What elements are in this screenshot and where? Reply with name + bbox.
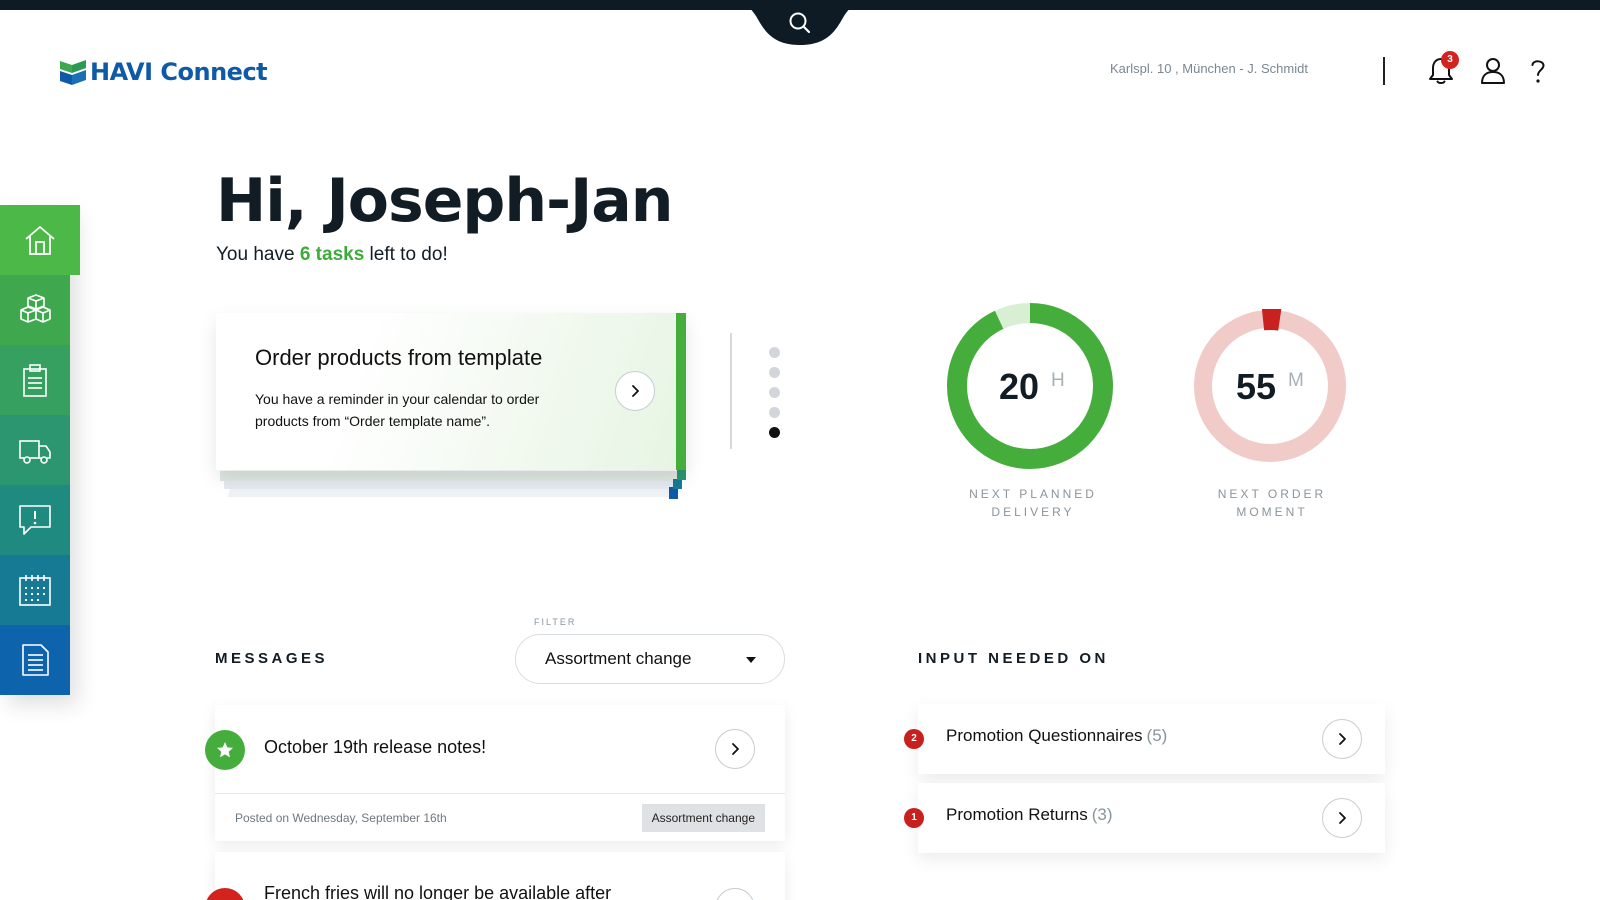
input-needed-item[interactable]: 1 Promotion Returns (3) [904,783,1385,853]
chevron-right-icon [732,743,739,755]
havi-connect-logo[interactable]: HAVI Connect [58,55,278,89]
user-icon [1481,58,1505,84]
message-open-button[interactable] [715,729,755,769]
stack-accent [677,470,686,480]
pager-dot-5-active[interactable] [769,427,780,438]
input-item-count: (3) [1091,805,1113,824]
tasks-suffix: left to do! [364,244,448,265]
user-profile-button[interactable] [1477,55,1509,87]
messages-title: MESSAGES [215,650,329,667]
order-gauge-label: NEXT ORDER MOMENT [1172,485,1372,521]
input-item-open-button[interactable] [1322,798,1362,838]
item-count-badge: 2 [904,729,924,749]
home-icon [25,226,55,255]
task-card[interactable]: Order products from template You have a … [216,313,686,470]
tasks-prefix: You have [216,244,300,265]
page-title: Hi, Joseph-Jan [216,166,674,236]
nav-home[interactable] [0,205,80,275]
input-item-label: Promotion Questionnaires [946,726,1143,745]
stack-layer [220,471,682,481]
search-icon [789,12,811,34]
chevron-right-icon [1339,733,1346,745]
input-item-label-row: Promotion Questionnaires (5) [946,726,1167,746]
input-item-label: Promotion Returns [946,805,1088,824]
nav-documents[interactable] [0,625,70,695]
filter-selected-value: Assortment change [545,649,692,668]
messages-filter-dropdown[interactable]: Assortment change [515,634,785,684]
order-gauge-label-line2: MOMENT [1236,505,1308,519]
message-title: October 19th release notes! [264,737,487,757]
help-icon [1531,60,1545,83]
truck-icon [19,440,51,464]
input-needed-title: INPUT NEEDED ON [918,650,1109,667]
location-user-info[interactable]: Karlspl. 10 , München - J. Schmidt [1110,61,1308,76]
caret-down-icon [746,657,756,663]
item-count-badge: 1 [904,808,924,828]
delivery-gauge-value: 20 [999,366,1040,407]
calendar-icon [19,575,51,606]
side-navigation [0,205,80,695]
header-divider [1383,57,1385,85]
order-gauge-value: 55 [1236,366,1277,407]
task-card-accent [676,313,686,470]
message-card[interactable]: October 19th release notes! Posted on We… [205,705,785,841]
input-needed-item[interactable]: 2 Promotion Questionnaires (5) [904,704,1385,774]
input-item-count: (5) [1146,726,1168,745]
alert-message-icon [19,505,51,535]
stack-accent [673,479,682,489]
nav-messages[interactable] [0,485,70,555]
delivery-gauge-label: NEXT PLANNED DELIVERY [933,485,1133,521]
chevron-right-icon [632,385,639,397]
tasks-count-link[interactable]: 6 tasks [300,244,364,265]
message-category-tag: Assortment change [641,804,765,832]
task-card-open-button[interactable] [615,371,655,411]
nav-deliveries[interactable] [0,415,70,485]
pager-dot-1[interactable] [769,347,780,358]
message-posted-date: Posted on Wednesday, September 16th [235,811,447,825]
search-button[interactable] [780,6,820,40]
pager-dot-2[interactable] [769,367,780,378]
help-button[interactable] [1522,55,1554,87]
message-open-button[interactable] [715,888,755,900]
order-gauge-label-line1: NEXT ORDER [1217,487,1327,501]
pager-dot-3[interactable] [769,387,780,398]
filter-label: FILTER [534,617,577,627]
delivery-gauge-label-line1: NEXT PLANNED [969,487,1097,501]
task-card-text: You have a reminder in your calendar to … [255,391,540,429]
delivery-gauge-unit: H [1051,370,1065,391]
clipboard-icon [23,364,47,397]
boxes-icon [20,294,51,323]
message-icon [205,730,245,770]
star-icon [217,742,233,758]
message-card[interactable]: French fries will no longer be available… [205,852,785,900]
nav-products[interactable] [0,275,70,345]
pager-divider [730,333,732,449]
nav-calendar[interactable] [0,555,70,625]
pager-dot-4[interactable] [769,407,780,418]
message-meta-row: Posted on Wednesday, September 16th Asso… [215,793,785,841]
input-item-open-button[interactable] [1322,719,1362,759]
notification-count-badge: 3 [1441,51,1459,69]
havi-logo-mark [60,60,86,85]
delivery-gauge-label-line2: DELIVERY [991,505,1075,519]
task-card-title: Order products from template [255,345,543,370]
input-item-label-row: Promotion Returns (3) [946,805,1113,825]
message-icon [205,888,245,900]
chevron-right-icon [1339,812,1346,824]
brand-name: HAVI Connect [90,58,268,86]
tasks-summary: You have 6 tasks left to do! [216,244,448,266]
document-icon [22,644,49,676]
order-gauge-unit: M [1288,370,1304,391]
nav-orders[interactable] [0,345,70,415]
message-title: French fries will no longer be available… [264,883,612,900]
